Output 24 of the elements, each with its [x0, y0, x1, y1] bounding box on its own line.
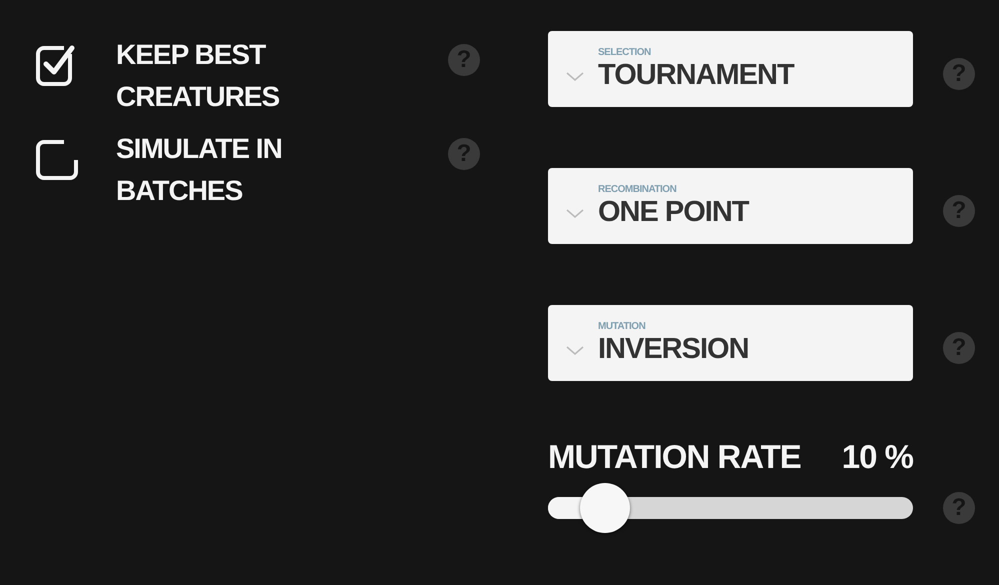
option-label: SIMULATE IN BATCHES: [116, 132, 283, 208]
help-icon[interactable]: ?: [448, 44, 480, 76]
help-icon[interactable]: ?: [448, 138, 480, 170]
chevron-icon: [566, 208, 584, 218]
option-label: KEEP BEST CREATURES: [116, 38, 280, 114]
dropdown[interactable]: SELECTION TOURNAMENT: [548, 30, 913, 106]
slider-label: MUTATION RATE: [548, 437, 801, 477]
help-icon[interactable]: ?: [943, 492, 975, 524]
chevron-icon: [566, 72, 584, 82]
dropdown[interactable]: RECOMBINATION ONE POINT: [548, 168, 913, 244]
slider-thumb[interactable]: [580, 483, 630, 533]
help-icon[interactable]: ?: [943, 194, 975, 226]
dropdown-caption: MUTATION: [598, 320, 646, 332]
dropdown-value: INVERSION: [598, 332, 749, 364]
dropdown-caption: SELECTION: [598, 46, 652, 58]
help-icon[interactable]: ?: [943, 332, 975, 364]
help-icon[interactable]: ?: [943, 58, 975, 90]
dropdown-value: TOURNAMENT: [598, 58, 794, 90]
dropdown-caption: RECOMBINATION: [598, 184, 678, 196]
dropdown-value: ONE POINT: [598, 196, 749, 228]
chevron-icon: [566, 346, 584, 356]
slider[interactable]: [548, 483, 913, 533]
slider-reading: 10 %: [842, 437, 913, 477]
dropdown[interactable]: MUTATION INVERSION: [548, 304, 913, 380]
